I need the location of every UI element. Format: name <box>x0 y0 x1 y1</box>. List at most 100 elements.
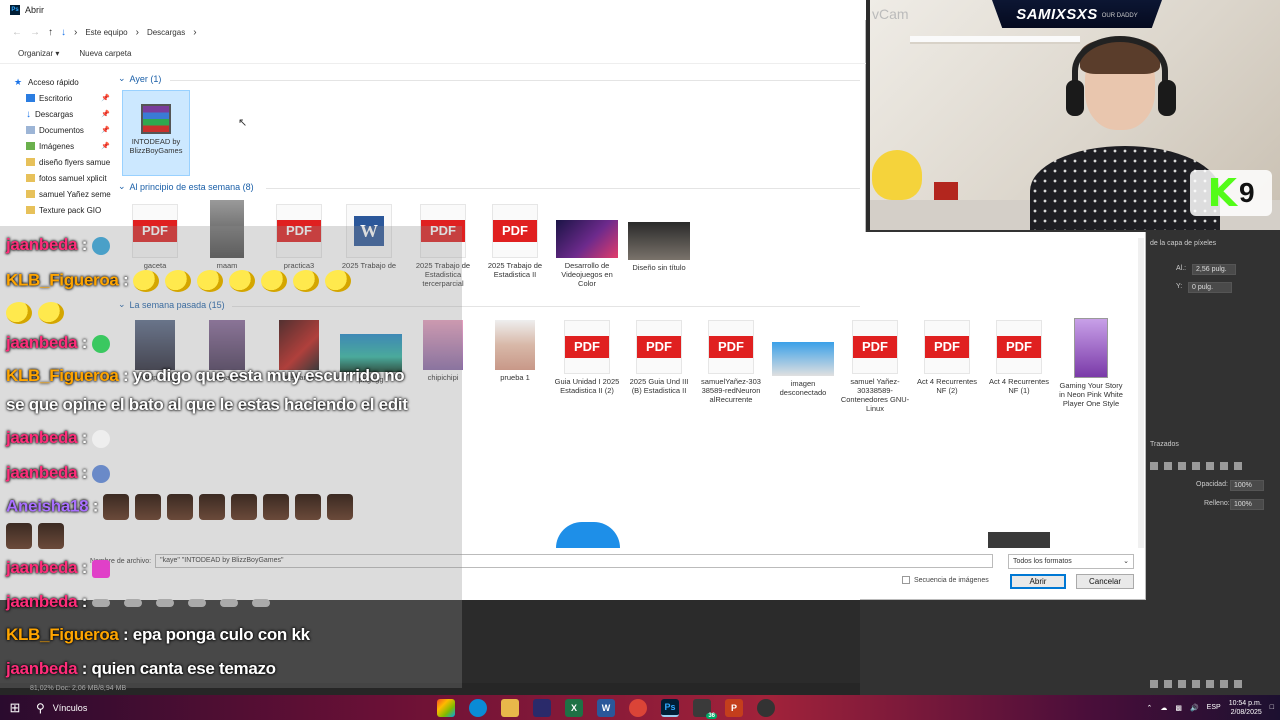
webcam-red-box <box>934 182 958 200</box>
chat-emote-icon <box>38 302 64 324</box>
pdf-icon: PDF <box>997 336 1041 358</box>
folder-icon <box>26 158 35 166</box>
nav-desktop[interactable]: Escritorio 📌 <box>14 90 114 106</box>
pin-icon: 📌 <box>101 143 110 150</box>
breadcrumb-downloads[interactable]: Descargas <box>147 28 185 37</box>
chat-emote-icon <box>123 598 142 607</box>
chat-message: KLB_Figueroa : <box>6 270 357 292</box>
obs-icon[interactable] <box>757 698 775 717</box>
chevron-up-icon[interactable]: ⌃ <box>1146 704 1152 712</box>
file-item-pdf[interactable]: PDF Act 4 Recurrentes NF (2) <box>912 320 982 395</box>
chat-emote-icon <box>102 494 129 520</box>
excel-icon[interactable]: X <box>565 698 583 717</box>
chrome-icon[interactable] <box>629 698 647 717</box>
chat-emote-icon <box>91 559 110 578</box>
taskbar-search[interactable]: ⚲ Vínculos <box>30 701 430 715</box>
file-item-pdf[interactable]: PDF Guia Unidad I 2025 Estadistica II (2) <box>552 320 622 395</box>
taskbar-clock[interactable]: 10:54 p.m. 2/08/2025 <box>1229 699 1262 717</box>
pin-icon: 📌 <box>101 95 110 102</box>
network-icon[interactable]: ▩ <box>1175 704 1182 712</box>
chat-emote-icon <box>228 270 255 292</box>
mouse-cursor-icon: ↖ <box>238 117 248 129</box>
image-thumbnail <box>1074 318 1108 378</box>
breadcrumb-this-pc[interactable]: Este equipo <box>85 28 127 37</box>
nav-images[interactable]: Imágenes 📌 <box>14 138 114 154</box>
volume-icon[interactable]: 🔊 <box>1190 704 1199 712</box>
dialog-toolbar: Organizar ▾ Nueva carpeta <box>0 44 866 64</box>
file-item-pdf[interactable]: PDF 2025 Guia Und III (B) Estadistica II <box>624 320 694 395</box>
notification-badge: 36 <box>706 712 717 719</box>
photoshop-taskbar-icon[interactable]: Ps <box>661 698 679 717</box>
chat-message: jaanbeda : <box>6 428 110 448</box>
file-item-image[interactable]: imagen desconectado <box>768 342 838 397</box>
file-item-rar[interactable]: INTODEAD by BlizzBoyGames <box>121 104 191 155</box>
ps-layer-action-icons[interactable] <box>1150 680 1242 688</box>
dialog-title: Abrir <box>25 5 45 15</box>
file-item-pdf[interactable]: PDF samuel Yañez-30338589-Contenedores GN… <box>840 320 910 413</box>
cloud-icon[interactable]: ☁ <box>1160 704 1167 712</box>
file-item-image[interactable]: Desarrollo de Videojuegos en Color <box>552 220 622 288</box>
webcam-source-label: vCam <box>872 6 909 22</box>
ps-layer-filter-icons[interactable] <box>1150 462 1242 470</box>
ps-layers-title: Trazados <box>1150 441 1179 448</box>
windows-logo-icon: ⊞ <box>9 699 21 715</box>
dialog-scrollbar[interactable] <box>1138 238 1144 548</box>
ps-opacity-field[interactable]: 100% <box>1230 480 1264 491</box>
headset-icon <box>1072 36 1168 106</box>
file-item-image[interactable]: prueba 1 <box>480 320 550 382</box>
up-arrow-icon[interactable]: ↑ <box>48 27 53 38</box>
notifications-icon[interactable]: □ <box>1270 704 1274 711</box>
headset-earcup <box>1158 80 1176 116</box>
image-thumbnail <box>495 320 535 370</box>
store-app-icon[interactable] <box>533 698 551 717</box>
nav-folder-texture[interactable]: Texture pack GIO <box>14 202 114 218</box>
ps-properties-title: de la capa de píxeles <box>1150 240 1217 247</box>
nav-documents[interactable]: Documentos 📌 <box>14 122 114 138</box>
ps-al-field[interactable]: 2,56 pulg. <box>1192 264 1236 275</box>
chat-emote-icon <box>155 598 174 607</box>
chat-message: KLB_Figueroa : yo digo que esta muy escu… <box>6 366 405 385</box>
word-icon[interactable]: W <box>597 698 615 717</box>
nav-folder-samuel[interactable]: samuel Yañez seme <box>14 186 114 202</box>
headset-earcup <box>1066 80 1084 116</box>
nav-folder-fotos[interactable]: fotos samuel xplicit <box>14 170 114 186</box>
chat-emote-icon <box>219 598 238 607</box>
photos-app-icon[interactable] <box>437 698 455 717</box>
start-button[interactable]: ⊞ <box>0 695 30 720</box>
language-indicator[interactable]: ESP <box>1207 704 1221 711</box>
image-sequence-option[interactable]: Secuencia de imágenes <box>902 576 989 584</box>
chat-emote-icon <box>166 494 193 520</box>
powerpoint-icon[interactable]: P <box>725 698 743 717</box>
chat-message <box>6 523 70 549</box>
webcam-streamer <box>1030 36 1220 230</box>
star-icon: ★ <box>14 76 23 87</box>
nav-folder-flyers[interactable]: diseño flyers samue <box>14 154 114 170</box>
chevron-down-icon: ⌄ <box>1123 558 1129 565</box>
image-sequence-checkbox[interactable] <box>902 576 910 584</box>
file-format-select[interactable]: Todos los formatos ⌄ <box>1008 554 1134 569</box>
documents-icon <box>26 126 35 134</box>
back-arrow-icon[interactable]: ← <box>12 27 22 38</box>
file-item-pdf[interactable]: PDF samuelYañez-303 38589-redNeuron alRec… <box>696 320 766 404</box>
group-header-this-week[interactable]: ⌄ Al principio de esta semana (8) <box>118 181 254 192</box>
downloads-location-icon: ↓ <box>61 26 66 38</box>
file-item-pdf[interactable]: PDF 2025 Trabajo de Estadistica II <box>480 204 550 279</box>
dialog-titlebar: Ps Abrir <box>0 0 866 20</box>
forward-arrow-icon[interactable]: → <box>30 27 40 38</box>
new-folder-button[interactable]: Nueva carpeta <box>79 49 131 58</box>
whatsapp-icon[interactable]: 36 <box>693 698 717 719</box>
file-explorer-icon[interactable] <box>501 698 519 717</box>
cancel-button[interactable]: Cancelar <box>1076 574 1134 589</box>
ps-fill-field[interactable]: 100% <box>1230 499 1264 510</box>
nav-quick-access[interactable]: ★ Acceso rápido <box>14 74 114 90</box>
file-item-image[interactable]: Diseño sin título <box>624 222 694 272</box>
file-item-pdf[interactable]: PDF Act 4 Recurrentes NF (1) <box>984 320 1054 395</box>
nav-downloads[interactable]: ↓ Descargas 📌 <box>14 106 114 122</box>
ps-y-field[interactable]: 0 pulg. <box>1188 282 1232 293</box>
group-header-yesterday[interactable]: ⌄ Ayer (1) <box>118 73 161 84</box>
file-item-image[interactable]: Gaming Your Story in Neon Pink White Pla… <box>1056 318 1126 408</box>
pdf-icon: PDF <box>493 220 537 242</box>
open-button[interactable]: Abrir <box>1010 574 1066 589</box>
edge-browser-icon[interactable] <box>469 698 487 717</box>
organize-menu[interactable]: Organizar ▾ <box>18 49 59 58</box>
